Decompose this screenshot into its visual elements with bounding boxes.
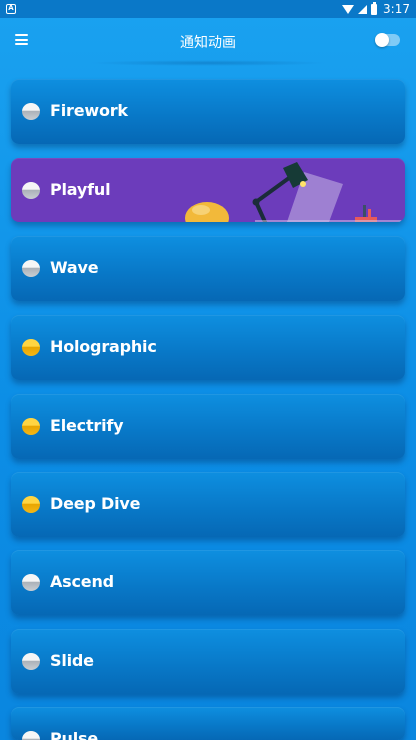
status-dot-icon [22,731,40,740]
list-item-pulse[interactable]: Pulse [11,707,405,740]
signal-icon [358,4,368,14]
list-item-label: Wave [50,258,99,277]
list-item-holographic[interactable]: Holographic [11,315,405,380]
page-title: 通知动画 [180,35,236,51]
status-dot-icon [22,103,40,120]
list-item-label: Deep Dive [50,494,141,513]
list-item-slide[interactable]: Slide [11,629,405,694]
status-time: 3:17 [383,2,410,16]
list-item-label: Pulse [50,729,98,740]
status-dot-icon [22,260,40,277]
wifi-icon [342,4,355,14]
list-item-deep-dive[interactable]: Deep Dive [11,472,405,537]
list-item-label: Holographic [50,337,157,356]
list-item-wave[interactable]: Wave [11,236,405,301]
status-dot-icon [22,574,40,591]
list-item-label: Playful [50,180,111,199]
status-bar: A 3:17 [0,0,416,18]
list-item-playful[interactable]: Playful [11,158,405,222]
status-dot-icon [22,418,40,435]
status-dot-icon [22,496,40,513]
list-item-firework[interactable]: Firework [11,79,405,144]
list-item-label: Electrify [50,416,124,435]
notification-icon: A [6,4,16,14]
status-dot-icon [22,339,40,356]
list-item-electrify[interactable]: Electrify [11,394,405,459]
status-dot-icon [22,653,40,670]
app-bar: 通知动画 [0,18,416,64]
status-dot-icon [22,182,40,199]
animation-toggle[interactable] [375,33,400,47]
list-item-label: Firework [50,101,128,120]
list-item-label: Slide [50,651,94,670]
header-shadow [88,60,328,66]
battery-icon [371,1,378,15]
list-item-ascend[interactable]: Ascend [11,550,405,615]
toggle-knob [375,33,389,47]
list-item-label: Ascend [50,572,114,591]
